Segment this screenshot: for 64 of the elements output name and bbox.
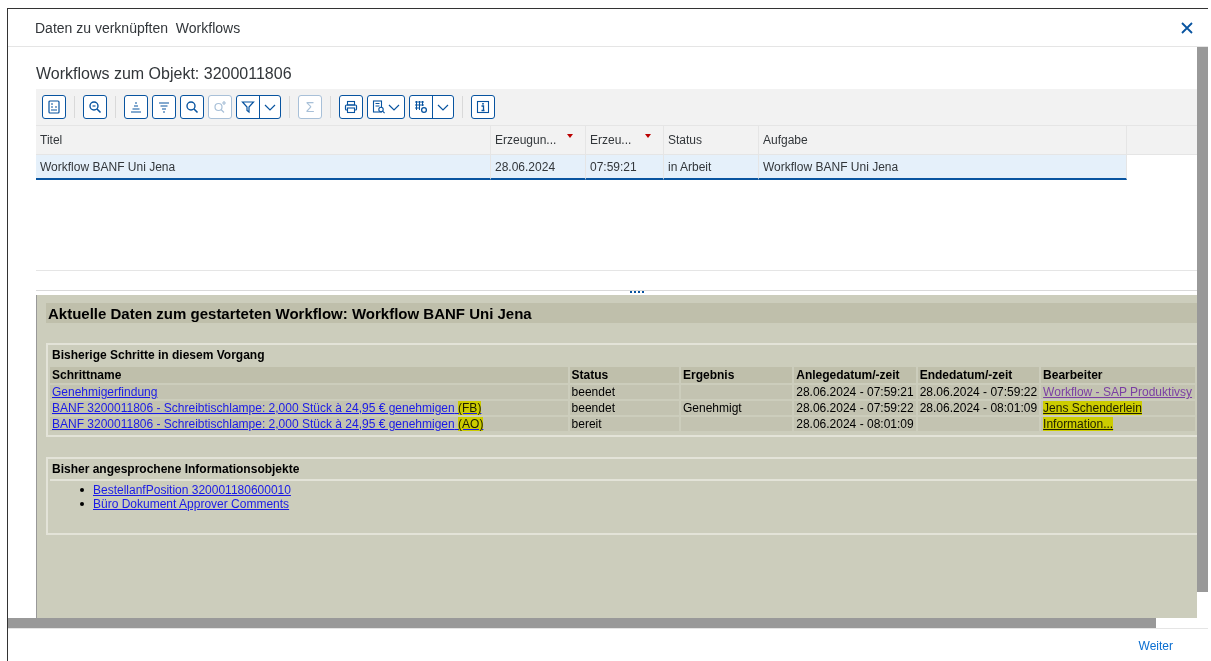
toolbar-button[interactable] (83, 95, 107, 119)
table-cell: beendet (571, 401, 615, 415)
toolbar-button[interactable] (367, 95, 405, 119)
column-header[interactable]: Aufgabe (759, 126, 1127, 154)
vertical-scrollbar[interactable] (1197, 47, 1208, 592)
column-header[interactable]: Status (664, 126, 759, 154)
sort-ascending-icon (128, 99, 144, 115)
table-cell: 28.06.2024 - 08:01:09 (919, 401, 1038, 415)
section-title: Workflows zum Objekt: 3200011806 (36, 64, 293, 84)
info-object-link[interactable]: Büro Dokument Approver Comments (93, 497, 290, 511)
table-cell: 28.06.2024 (495, 159, 556, 174)
search-icon (184, 99, 200, 115)
table-cell: Workflow BANF Uni Jena (40, 159, 176, 174)
bullet-icon (80, 488, 84, 492)
table-cell: Genehmigt (683, 401, 742, 415)
column-header: Schrittname (50, 367, 568, 383)
dialog-title: Daten zu verknüpften Workflows (35, 19, 241, 36)
table-row[interactable]: Workflow BANF Uni Jena 28.06.2024 07:59:21 in Arbeit Workflow BANF Uni Jena (36, 155, 1197, 180)
toolbar-button[interactable] (236, 95, 281, 119)
column-header: Status (569, 367, 679, 383)
table-cell: 28.06.2024 - 08:01:09 (796, 417, 914, 431)
document-icon (46, 99, 62, 115)
table-cell: Workflow BANF Uni Jena (763, 159, 899, 174)
horizontal-scrollbar[interactable] (8, 618, 1156, 628)
sort-descending-icon (156, 99, 172, 115)
continue-button[interactable]: Weiter (1135, 634, 1176, 657)
table-cell: 28.06.2024 - 07:59:21 (796, 385, 914, 399)
close-icon (1181, 21, 1193, 34)
filter-icon (240, 99, 256, 115)
column-header[interactable]: Titel (36, 126, 491, 154)
info-object-link[interactable]: BestellanfPosition 320001180600010 (93, 483, 291, 497)
column-header[interactable]: Erzeu... (586, 126, 664, 154)
column-header[interactable]: Erzeugun... (491, 126, 586, 154)
column-header: Bearbeiter (1041, 367, 1195, 383)
info-icon (475, 99, 491, 115)
column-header: Anlegedatum/-zeit (794, 367, 916, 383)
table-cell: bereit (571, 417, 602, 431)
agent-link[interactable]: Jens Schenderlein (1043, 401, 1142, 415)
magnifier-icon (87, 99, 103, 115)
list-search-icon (371, 99, 387, 115)
table-cell: beendet (571, 385, 615, 399)
column-header: Endedatum/-zeit (917, 367, 1040, 383)
toolbar-button[interactable] (152, 95, 176, 119)
table-cell: in Arbeit (668, 159, 712, 174)
table-cell: 07:59:21 (590, 159, 637, 174)
panel-title: Aktuelle Daten zum gestarteten Workflow: Workflow BANF Uni Jena (46, 303, 1197, 323)
toolbar-button[interactable] (42, 95, 66, 119)
agent-link[interactable]: Workflow - SAP Produktivsy (1043, 385, 1193, 399)
toolbar-button[interactable] (180, 95, 204, 119)
printer-icon (343, 99, 359, 115)
table-cell: 28.06.2024 - 07:59:22 (919, 385, 1038, 399)
toolbar-button[interactable] (124, 95, 148, 119)
agent-link[interactable]: Information... (1043, 417, 1114, 431)
section-title: Bisherige Schritte in diesem Vorgang (51, 347, 266, 364)
splitter-handle[interactable] (630, 291, 644, 293)
grid-gear-icon (413, 99, 429, 115)
toolbar-button[interactable] (339, 95, 363, 119)
toolbar-button[interactable] (409, 95, 454, 119)
bullet-icon (80, 502, 84, 506)
column-header: Ergebnis (681, 367, 793, 383)
section-title: Bisher angesprochene Informationsobjekte (51, 461, 301, 478)
toolbar-button[interactable] (471, 95, 495, 119)
search-plus-icon (212, 99, 228, 115)
table-cell: 28.06.2024 - 07:59:22 (796, 401, 914, 415)
